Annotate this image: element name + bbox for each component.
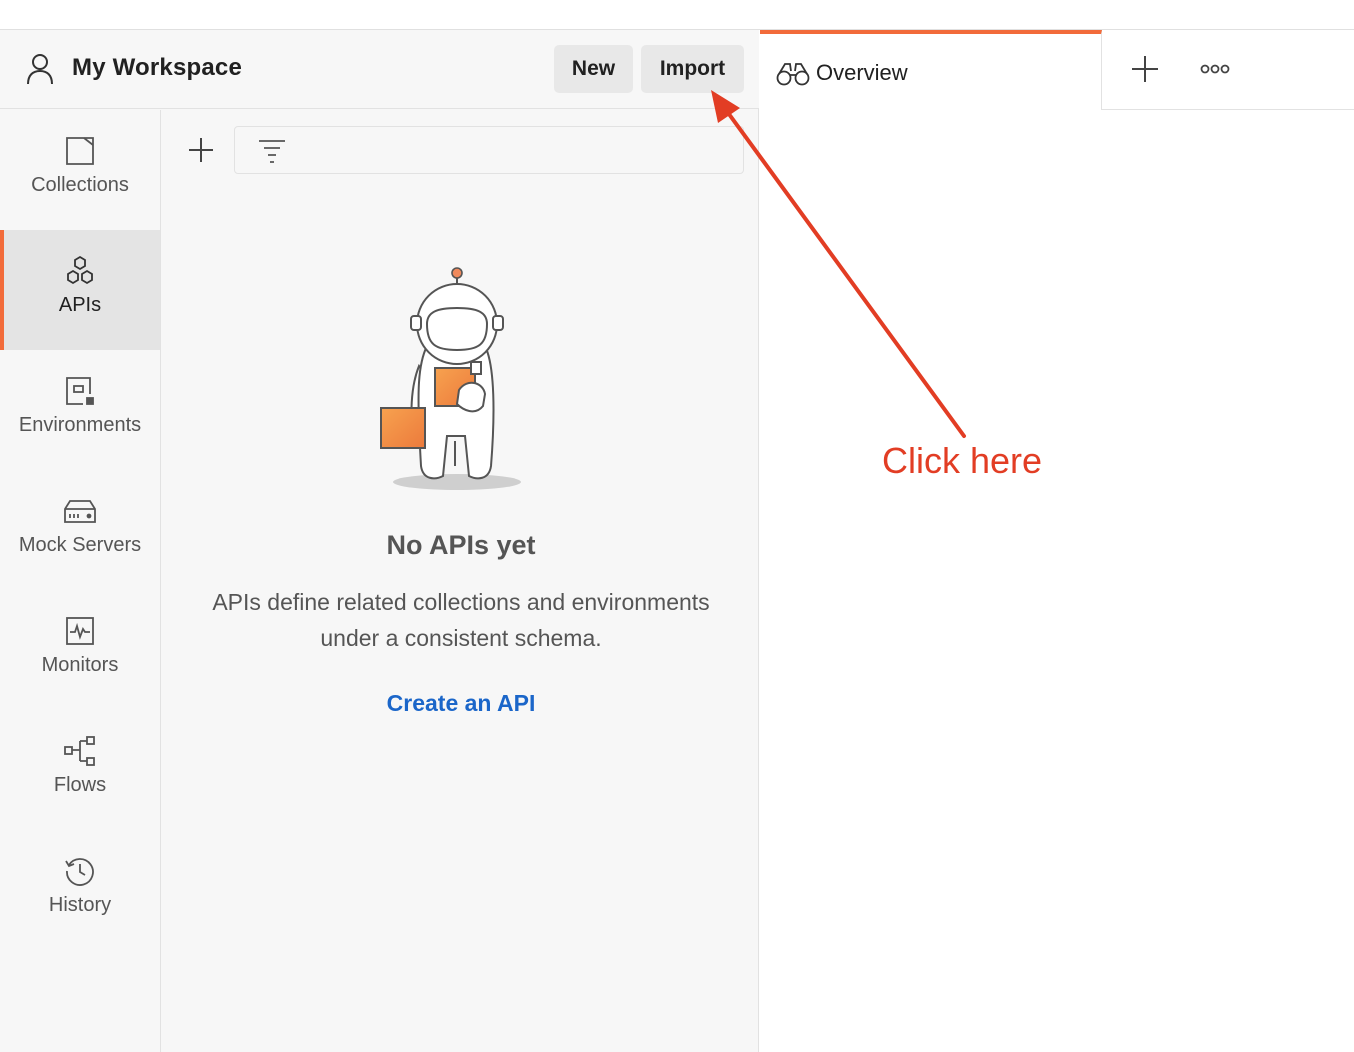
empty-state-description: APIs define related collections and envi… (212, 589, 710, 651)
create-api-link[interactable]: Create an API (161, 690, 761, 717)
new-button[interactable]: New (554, 45, 633, 93)
window-top-strip (0, 0, 1354, 30)
more-options-icon[interactable] (1200, 62, 1230, 76)
sidebar: Collections APIs Environments Mock Serve… (0, 110, 161, 1052)
environments-icon (63, 374, 97, 408)
tab-overview[interactable]: Overview (760, 30, 1102, 110)
sidebar-item-label: Collections (31, 174, 129, 196)
sidebar-item-label: Environments (18, 414, 142, 436)
import-button[interactable]: Import (641, 45, 744, 93)
user-icon (27, 54, 53, 85)
apis-content: No APIs yet APIs define related collecti… (161, 110, 758, 1052)
sidebar-item-collections[interactable]: Collections (0, 110, 160, 230)
mock-servers-icon (63, 494, 97, 528)
workspace-pane: My Workspace New Import Collections APIs (0, 30, 759, 1052)
sidebar-item-environments[interactable]: Environments (0, 350, 160, 470)
sidebar-item-label: Monitors (41, 654, 119, 676)
tab-overview-label: Overview (816, 60, 908, 85)
add-tab-icon[interactable] (1130, 54, 1160, 84)
sidebar-item-monitors[interactable]: Monitors (0, 590, 160, 710)
empty-state-title: No APIs yet (386, 530, 536, 560)
sidebar-item-label: Flows (53, 774, 107, 796)
annotation-label: Click here (882, 440, 1043, 481)
sidebar-item-history[interactable]: History (0, 830, 160, 950)
workspace-header: My Workspace New Import (0, 30, 759, 109)
flows-icon (63, 734, 97, 768)
filter-icon[interactable] (257, 137, 287, 165)
filter-input[interactable] (234, 126, 744, 174)
workspace-title[interactable]: My Workspace (72, 54, 242, 82)
apis-icon (63, 254, 97, 288)
astronaut-illustration (380, 267, 521, 490)
binoculars-icon (776, 63, 810, 86)
monitors-icon (63, 614, 97, 648)
sidebar-item-flows[interactable]: Flows (0, 710, 160, 830)
sidebar-item-label: APIs (58, 294, 102, 316)
sidebar-item-label: History (48, 894, 112, 916)
history-icon (63, 854, 97, 888)
sidebar-item-apis[interactable]: APIs (0, 230, 160, 350)
collections-icon (63, 134, 97, 168)
tab-bar-actions (1102, 30, 1354, 110)
sidebar-item-label: Mock Servers (18, 534, 142, 556)
sidebar-item-mock-servers[interactable]: Mock Servers (0, 470, 160, 590)
add-icon[interactable] (185, 134, 217, 166)
